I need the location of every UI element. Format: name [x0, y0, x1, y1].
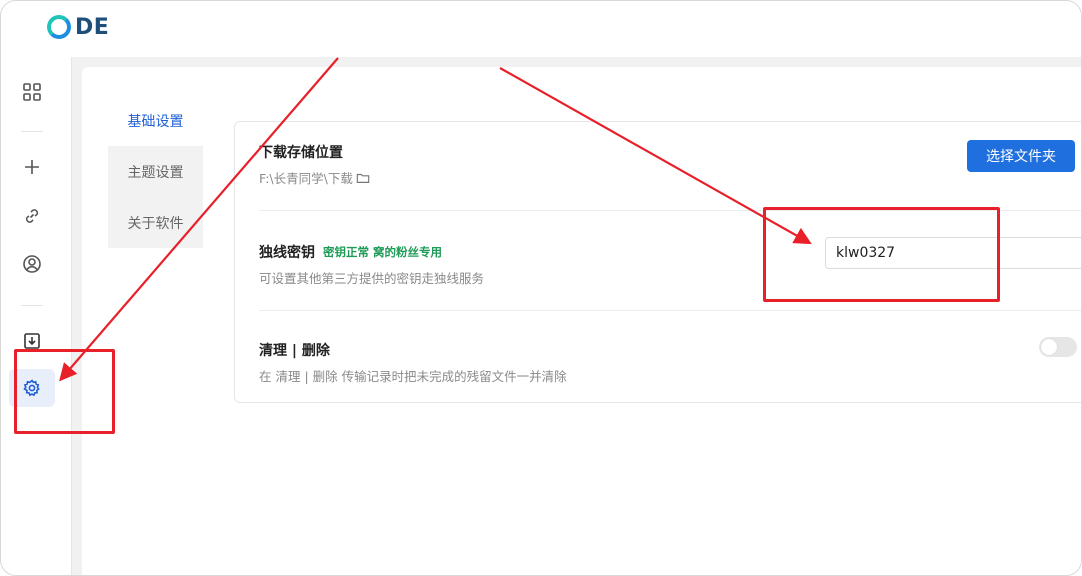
app-logo: DE [47, 12, 109, 42]
sidebar-item-link[interactable] [9, 197, 55, 235]
settings-panel: 基础设置 主题设置 关于软件 下载存储位置 F:\长青同学\下载 选择文件夹 独… [82, 67, 1081, 575]
annotation-box-settings [14, 349, 115, 434]
dedicated-key-title: 独线密钥 [259, 245, 315, 261]
top-bar: DE [1, 1, 1081, 57]
logo-ring-icon [47, 15, 71, 39]
user-circle-icon [23, 255, 41, 273]
plus-icon [25, 160, 39, 174]
sidebar-divider [21, 305, 43, 306]
download-path-line: F:\长青同学\下载 [259, 168, 1081, 187]
subnav-group: 主题设置 关于软件 [108, 146, 203, 248]
cleanup-row: 清理 | 删除 在 清理 | 删除 传输记录时把未完成的残留文件一并清除 [259, 340, 1081, 385]
cleanup-title: 清理 | 删除 [259, 343, 330, 359]
download-location-row: 下载存储位置 F:\长青同学\下载 [259, 142, 1081, 187]
sidebar-item-add[interactable] [9, 148, 55, 186]
sidebar-item-account[interactable] [9, 245, 55, 283]
grid-icon [23, 83, 41, 101]
annotation-box-key [763, 207, 1000, 302]
download-location-title: 下载存储位置 [259, 145, 343, 161]
folder-icon[interactable] [356, 171, 370, 185]
link-icon [25, 209, 39, 223]
cleanup-desc: 在 清理 | 删除 传输记录时把未完成的残留文件一并清除 [259, 369, 567, 384]
sidebar [1, 57, 72, 575]
main-content: 基础设置 主题设置 关于软件 下载存储位置 F:\长青同学\下载 选择文件夹 独… [72, 57, 1081, 575]
sidebar-divider [21, 131, 43, 132]
settings-subnav: 基础设置 主题设置 关于软件 [108, 95, 203, 248]
toggle-knob [1041, 339, 1057, 355]
row-divider [259, 310, 1081, 311]
download-icon [24, 333, 40, 349]
cleanup-toggle[interactable] [1039, 337, 1077, 357]
tab-basic-settings[interactable]: 基础设置 [108, 95, 203, 146]
download-path: F:\长青同学\下载 [259, 171, 353, 186]
logo-text: DE [75, 14, 110, 40]
tab-about[interactable]: 关于软件 [108, 197, 203, 248]
key-status-badge: 密钥正常 窝的粉丝专用 [323, 245, 443, 259]
tab-theme-settings[interactable]: 主题设置 [108, 146, 203, 197]
choose-folder-button[interactable]: 选择文件夹 [967, 140, 1075, 172]
sidebar-item-dashboard[interactable] [9, 73, 55, 111]
